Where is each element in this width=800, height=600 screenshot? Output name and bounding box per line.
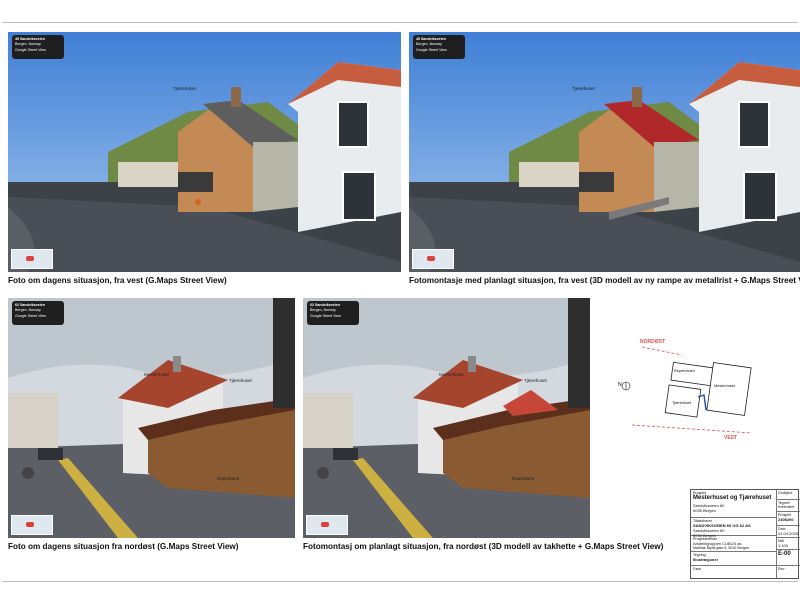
label-mesterhuset: Mesterhuset: [439, 372, 464, 377]
minimap[interactable]: [412, 249, 454, 269]
streetview-info-box[interactable]: 45 Sandviksveien Bergen, Norway Google S…: [12, 35, 64, 59]
label-tjaerehuset: Tjærehuset: [524, 378, 547, 383]
streetview-info-box[interactable]: 45 Sandviksveien Bergen, Norway Google S…: [413, 35, 465, 59]
tb-prosjektnr: 2305200: [778, 517, 794, 523]
tb-tegning: Illustrasjoner: [693, 557, 719, 563]
label-reperbane: Reperbane: [217, 476, 240, 481]
tb-fase-label: Fase: [693, 567, 701, 571]
streetview-info-box[interactable]: 62 Sandviksveien Bergen, Norway Google S…: [307, 301, 359, 325]
label-tjaerehuset: Tjærehuset: [229, 378, 252, 383]
minimap[interactable]: [11, 249, 53, 269]
caption-photo-2: Fotomontasje med planlagt situasjon, fra…: [409, 276, 800, 285]
tb-dato: 01.04.2025: [778, 531, 799, 537]
tb-prosjekt: Mesterhuset og Tjærehuset: [693, 495, 772, 502]
caption-photo-4: Fotomontasj om planlagt situasjon, fra n…: [303, 542, 664, 551]
photo-northeast-planned: 62 Sandviksveien Bergen, Norway Google S…: [303, 298, 590, 538]
photo-west-planned: 45 Sandviksveien Bergen, Norway Google S…: [409, 32, 800, 272]
caption-photo-3: Foto om dagens situasjon fra nordøst (G.…: [8, 542, 239, 551]
minimap[interactable]: [306, 515, 348, 535]
tb-godkjent-label: Godkjent: [778, 491, 793, 495]
tb-arkitekt-addr: Mathias Blytts gate 8, 5015 Bergen: [693, 546, 749, 551]
direction-west: VEST: [724, 435, 738, 441]
photo-northeast-existing: 62 Sandviksveien Bergen, Norway Google S…: [8, 298, 295, 538]
site-plan: NORDØST VEST N Reperbanen Mesterhuset Tj…: [612, 335, 792, 447]
tb-rev-label: Rev: [778, 567, 785, 571]
tb-malestokk: 1:100: [778, 543, 789, 549]
label-mesterhuset: Mesterhuset: [144, 372, 169, 377]
label-tjaerehuset: Tjærehuset: [173, 86, 196, 91]
tb-tegnet-label: Tegnet/ Kontrollert: [778, 501, 795, 510]
label-reperbane: Reperbane: [512, 476, 535, 481]
tb-adresse2: 5035 Bergen: [693, 507, 716, 513]
sitemap-label-mesterhuset: Mesterhuset: [714, 384, 735, 388]
title-block: Prosjekt Mesterhuset og Tjærehuset Sandv…: [690, 489, 800, 579]
caption-photo-1: Foto om dagens situasjon, fra vest (G.Ma…: [8, 276, 227, 285]
photo-west-existing: 45 Sandviksveien Bergen, Norway Google S…: [8, 32, 401, 272]
minimap[interactable]: [11, 515, 53, 535]
streetview-info-box[interactable]: 62 Sandviksveien Bergen, Norway Google S…: [12, 301, 64, 325]
north-arrow-icon: N: [618, 382, 622, 388]
direction-northeast: NORDØST: [640, 339, 665, 345]
sitemap-label-tjaerehuset: Tjærehuset: [672, 401, 692, 405]
label-tjaerehuset: Tjærehuset: [572, 86, 595, 91]
tb-tegnnr: E-00: [778, 551, 791, 557]
sitemap-label-reperbanen: Reperbanen: [674, 369, 695, 373]
